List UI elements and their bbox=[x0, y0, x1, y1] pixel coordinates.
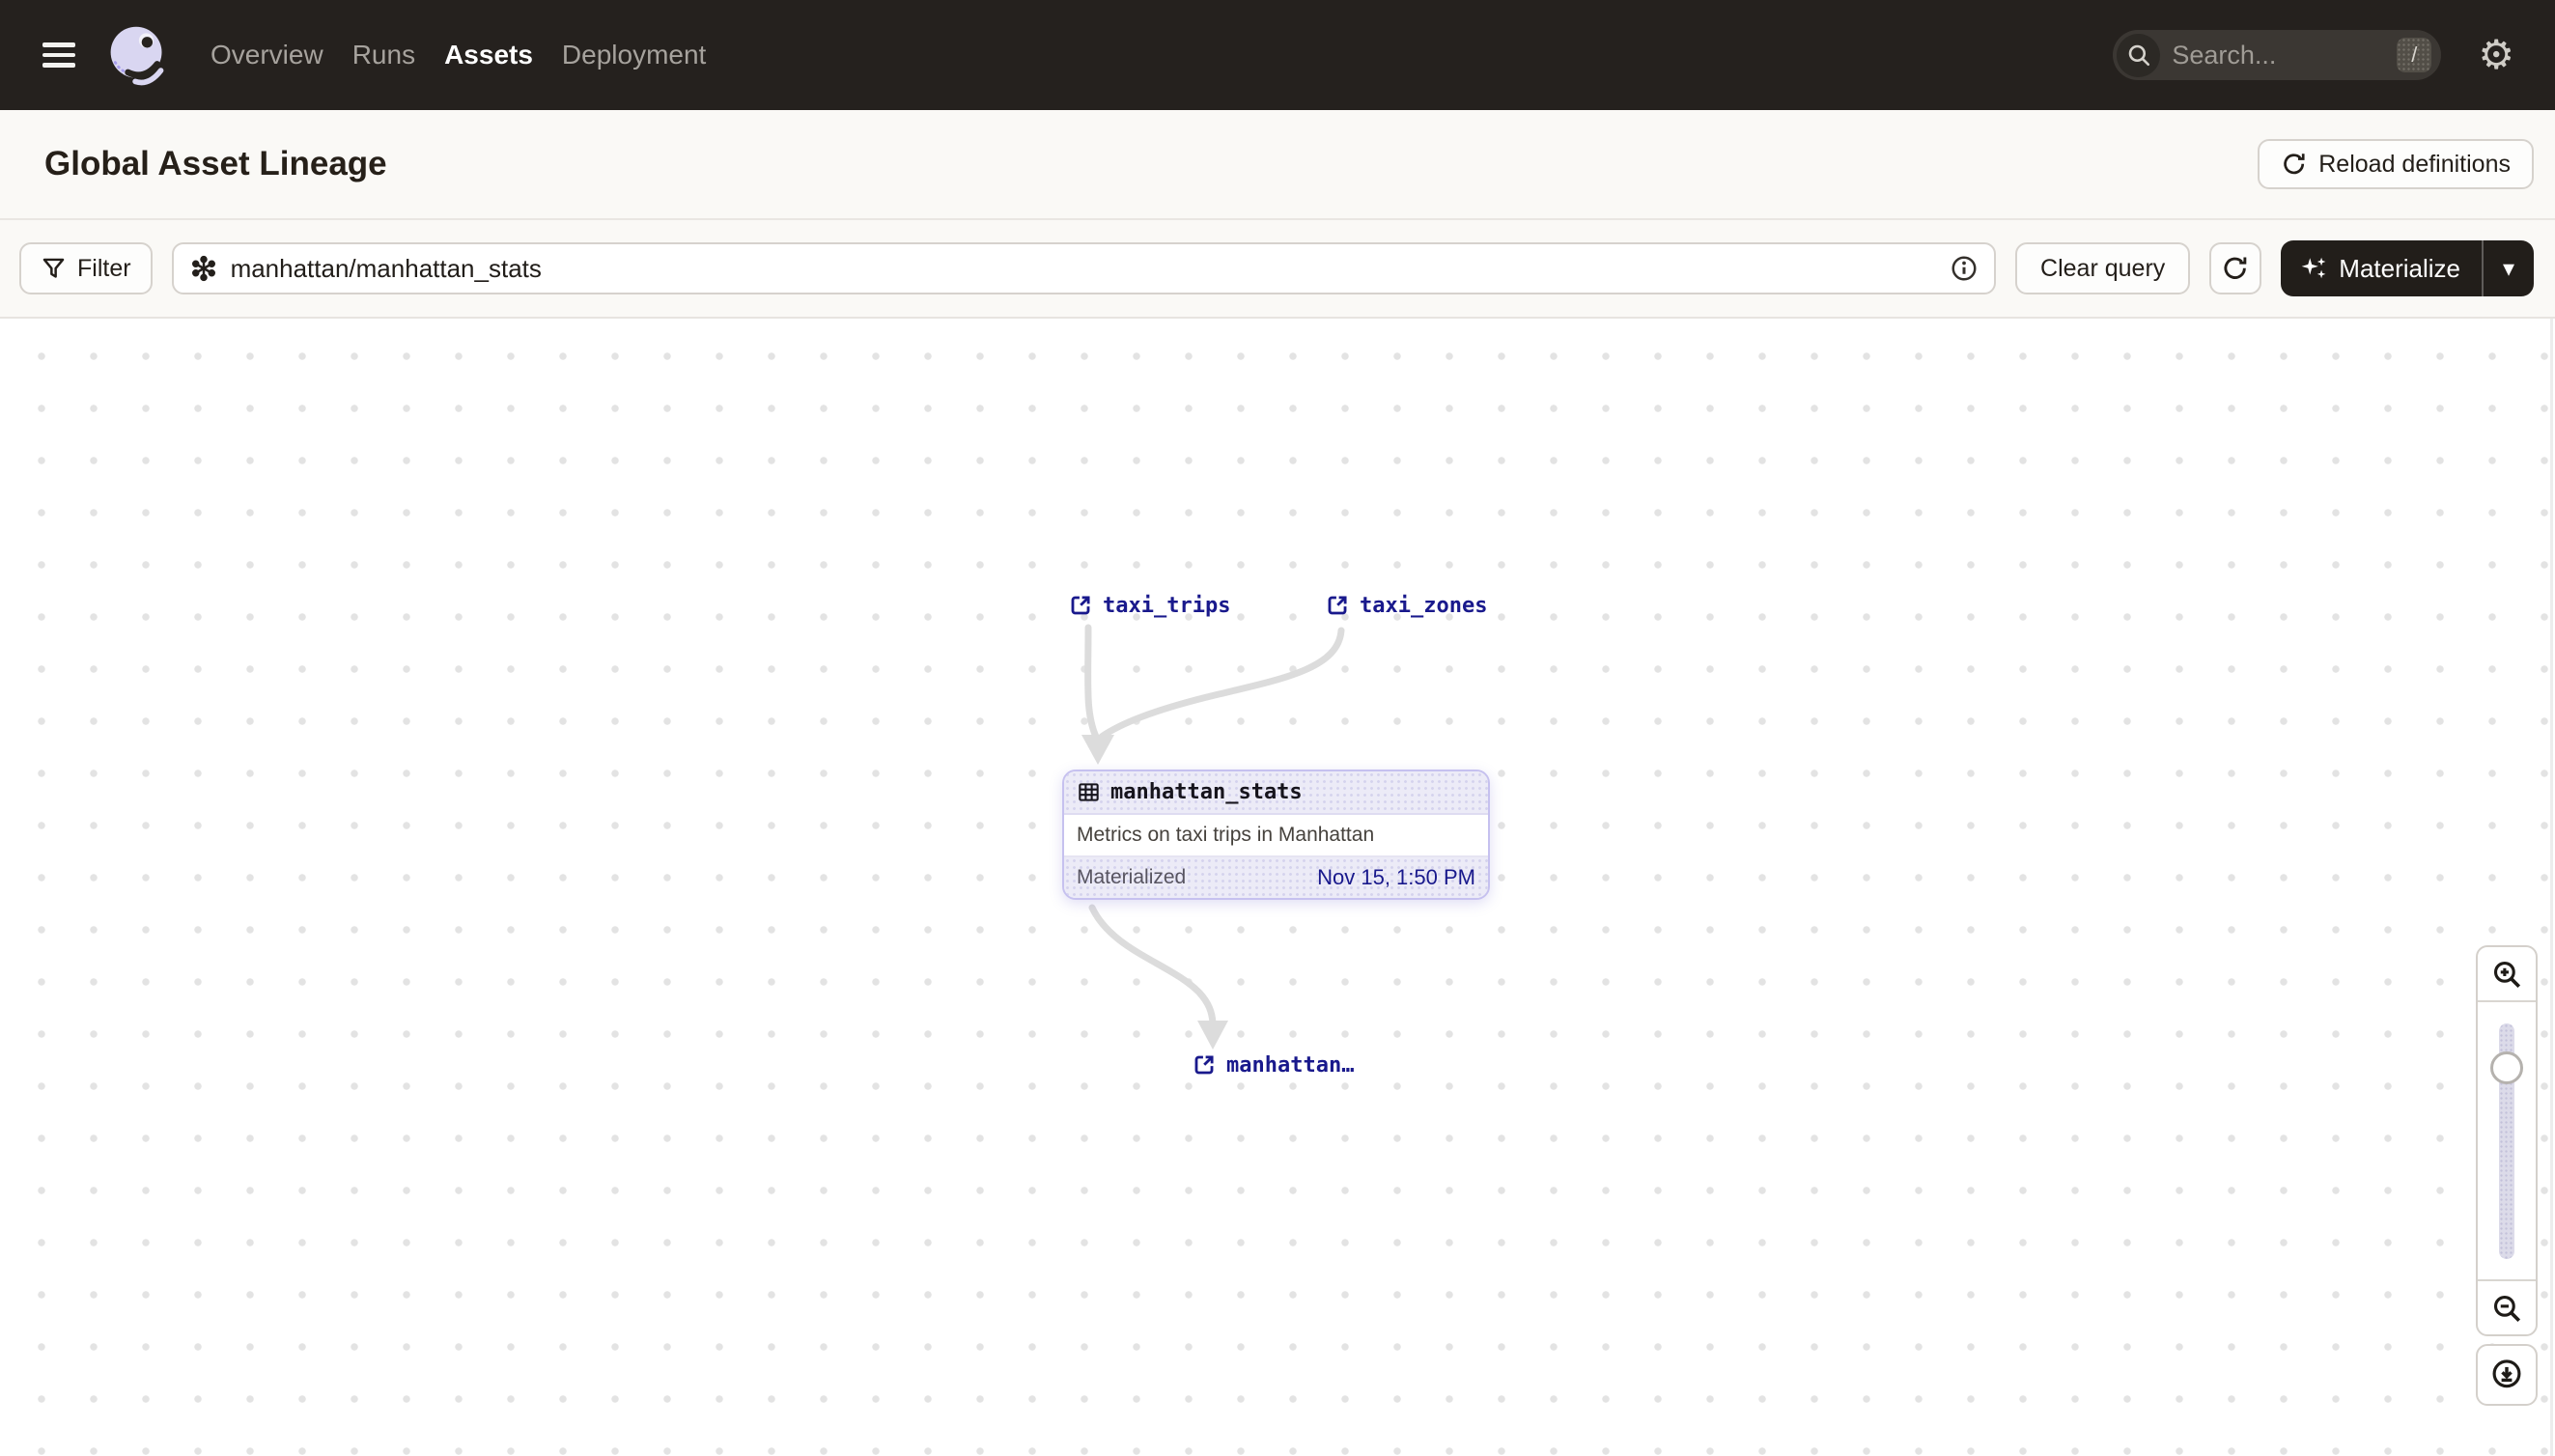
materialize-button[interactable]: Materialize bbox=[2281, 240, 2482, 296]
asset-node-taxi-trips[interactable]: taxi_trips bbox=[1068, 593, 1230, 618]
external-link-icon bbox=[1194, 1055, 1214, 1075]
asset-card-footer: Materialized Nov 15, 1:50 PM bbox=[1064, 857, 1488, 898]
materialized-timestamp[interactable]: Nov 15, 1:50 PM bbox=[1317, 865, 1475, 890]
lineage-toolbar: Filter Clear query bbox=[0, 220, 2555, 319]
asset-query-box[interactable] bbox=[171, 242, 1997, 294]
search-shortcut-key: / bbox=[2397, 38, 2432, 72]
asset-node-label: taxi_zones bbox=[1360, 593, 1488, 618]
global-search[interactable]: / bbox=[2113, 30, 2442, 80]
reload-definitions-button[interactable]: Reload definitions bbox=[2258, 139, 2534, 189]
zoom-in-icon bbox=[2493, 961, 2521, 988]
download-icon bbox=[2492, 1359, 2521, 1388]
external-link-icon bbox=[1071, 596, 1090, 615]
asset-node-label: taxi_trips bbox=[1103, 593, 1231, 618]
nav-item-overview[interactable]: Overview bbox=[211, 40, 323, 70]
nav-item-assets[interactable]: Assets bbox=[444, 40, 533, 70]
nav-item-runs[interactable]: Runs bbox=[352, 40, 415, 70]
refresh-icon bbox=[2224, 257, 2247, 279]
materialize-label: Materialize bbox=[2339, 253, 2460, 283]
filter-label: Filter bbox=[77, 254, 131, 282]
hamburger-menu-icon[interactable] bbox=[42, 42, 75, 68]
export-graph-button[interactable] bbox=[2476, 1344, 2538, 1406]
materialize-button-group: Materialize ▾ bbox=[2281, 240, 2534, 296]
zoom-out-button[interactable] bbox=[2478, 1281, 2536, 1334]
nav-item-deployment[interactable]: Deployment bbox=[562, 40, 706, 70]
funnel-icon bbox=[42, 258, 65, 278]
dagster-octopus-icon bbox=[110, 26, 164, 86]
page-title: Global Asset Lineage bbox=[44, 145, 387, 182]
asset-card-header: manhattan_stats bbox=[1064, 771, 1488, 815]
zoom-control-panel bbox=[2476, 945, 2538, 1336]
zoom-out-icon bbox=[2493, 1295, 2521, 1322]
zoom-slider bbox=[2478, 1002, 2536, 1279]
dagster-logo[interactable] bbox=[104, 21, 170, 89]
table-icon bbox=[1079, 783, 1099, 801]
lineage-canvas[interactable]: taxi_trips taxi_zones manhattan_stats Me… bbox=[0, 319, 2555, 1456]
reload-definitions-label: Reload definitions bbox=[2318, 150, 2511, 178]
asset-card-name: manhattan_stats bbox=[1110, 780, 1303, 804]
reload-icon bbox=[2284, 154, 2305, 175]
asset-node-manhattan[interactable]: manhattan… bbox=[1192, 1052, 1354, 1078]
search-icon bbox=[2117, 33, 2161, 77]
zoom-in-button[interactable] bbox=[2478, 947, 2536, 1000]
asset-card-manhattan-stats[interactable]: manhattan_stats Metrics on taxi trips in… bbox=[1062, 770, 1490, 900]
zoom-slider-handle[interactable] bbox=[2490, 1051, 2523, 1084]
asset-node-label: manhattan… bbox=[1226, 1052, 1355, 1078]
clear-query-label: Clear query bbox=[2040, 254, 2166, 282]
refresh-button[interactable] bbox=[2209, 242, 2262, 294]
settings-gear-icon[interactable]: ⚙ bbox=[2478, 35, 2514, 75]
top-nav: Overview Runs Assets Deployment / ⚙ bbox=[0, 0, 2555, 110]
primary-nav: Overview Runs Assets Deployment bbox=[211, 40, 706, 70]
search-input[interactable] bbox=[2172, 40, 2386, 70]
materialize-dropdown-caret[interactable]: ▾ bbox=[2484, 240, 2534, 296]
query-info-icon[interactable] bbox=[1950, 254, 1979, 283]
asset-card-description: Metrics on taxi trips in Manhattan bbox=[1064, 815, 1488, 857]
asset-graph-icon bbox=[191, 255, 215, 282]
filter-button[interactable]: Filter bbox=[19, 242, 153, 294]
clear-query-button[interactable]: Clear query bbox=[2015, 242, 2191, 294]
sparkles-icon bbox=[2301, 257, 2326, 279]
page-header: Global Asset Lineage Reload definitions bbox=[0, 110, 2555, 220]
external-link-icon bbox=[1328, 596, 1347, 615]
asset-query-input[interactable] bbox=[230, 253, 1938, 284]
materialized-status-label: Materialized bbox=[1077, 866, 1187, 888]
asset-node-taxi-zones[interactable]: taxi_zones bbox=[1325, 593, 1487, 618]
